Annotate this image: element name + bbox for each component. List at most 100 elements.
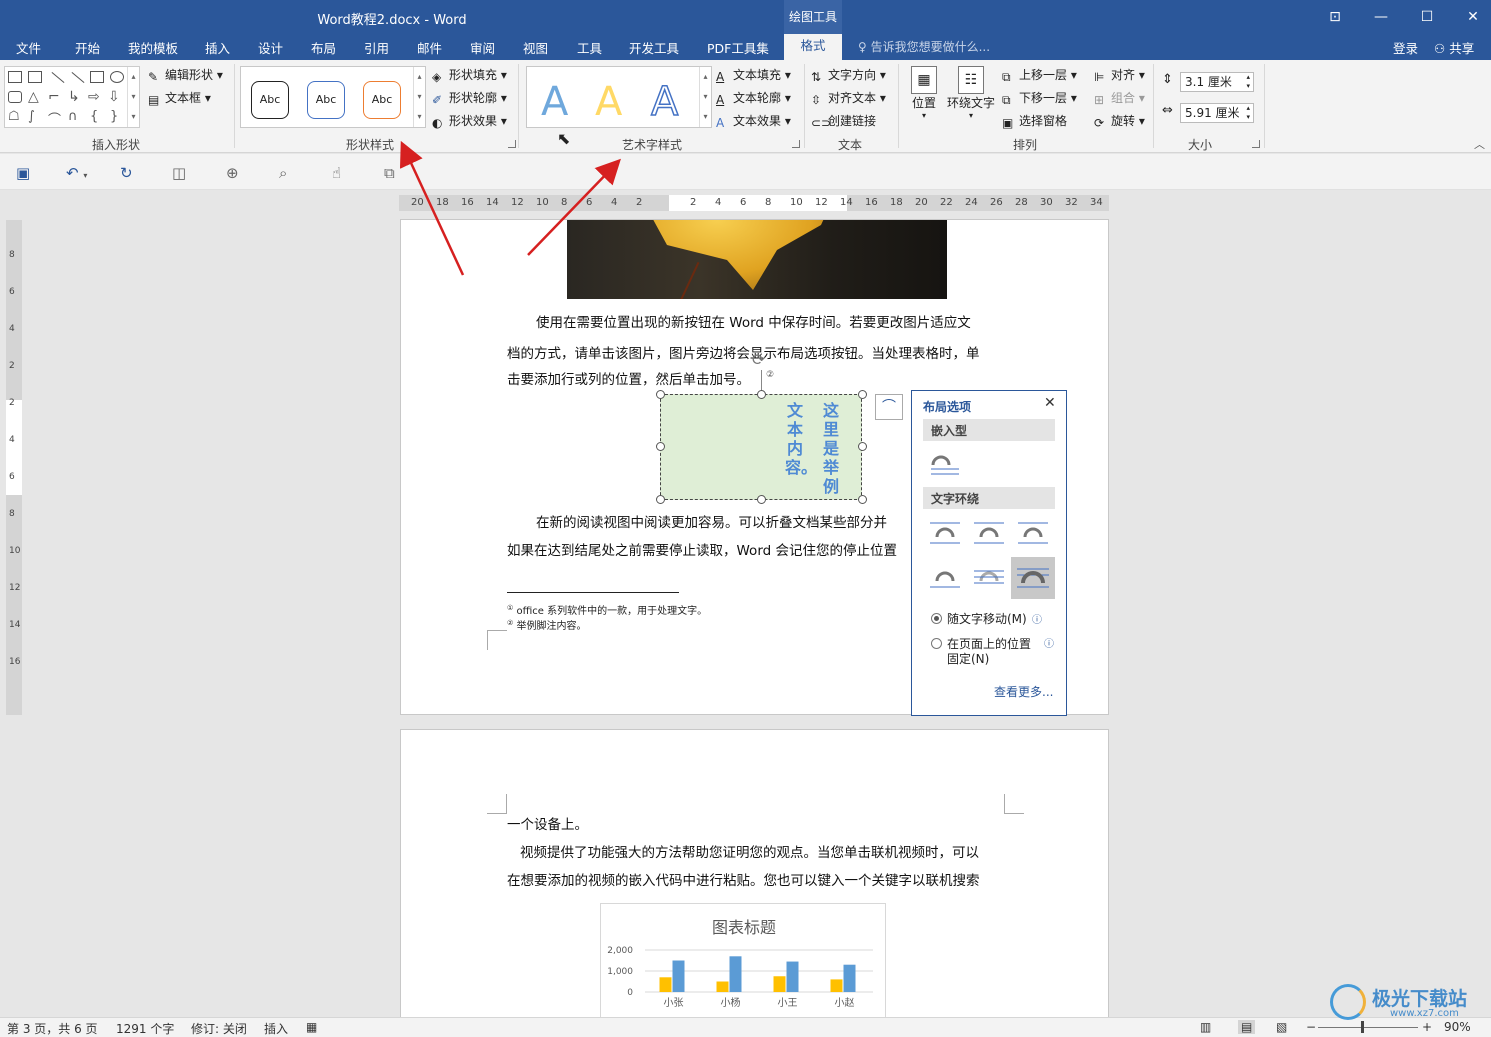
line-shape-icon[interactable]: [51, 71, 65, 84]
shape-style-orange[interactable]: Abc: [363, 81, 401, 119]
body-paragraph[interactable]: 档的方式，请单击该图片，图片旁边将会显示布局选项按钮。当处理表格时，单: [507, 341, 980, 367]
tab-pdf-tools[interactable]: PDF工具集: [707, 38, 769, 57]
move-with-text-radio[interactable]: [931, 613, 942, 624]
in-front-of-text-icon[interactable]: [1011, 557, 1055, 599]
read-mode-icon[interactable]: ▥: [1200, 1020, 1211, 1034]
web-layout-icon[interactable]: ⊕: [226, 164, 239, 182]
maximize-icon[interactable]: ☐: [1404, 0, 1450, 34]
triangle-shape-icon[interactable]: △: [28, 89, 39, 105]
tab-home[interactable]: 开始: [75, 38, 100, 57]
body-paragraph[interactable]: 在新的阅读视图中阅读更加容易。可以折叠文档某些部分并: [536, 510, 887, 536]
shape-style-gallery[interactable]: Abc Abc Abc ▴ ▾ ▾: [240, 66, 426, 128]
brace-left-shape-icon[interactable]: {: [90, 109, 98, 124]
zoom-slider-thumb[interactable]: [1361, 1021, 1364, 1033]
undo-icon[interactable]: ↶ ▾: [66, 164, 87, 182]
shape-gallery[interactable]: △ ⌐ ↳ ⇨ ⇩ ☖ ∫ ⌒ ∩ { } ▴ ▾ ▾: [4, 66, 140, 128]
fix-position-label-2[interactable]: 固定(N): [947, 650, 989, 667]
body-paragraph[interactable]: 如果在达到结尾处之前需要停止读取，Word 会记住您的停止位置: [507, 538, 897, 564]
close-icon[interactable]: ✕: [1450, 0, 1491, 34]
save-icon[interactable]: ▣: [16, 164, 30, 182]
body-paragraph[interactable]: 击要添加行或列的位置，然后单击加号。: [507, 367, 750, 393]
behind-text-icon[interactable]: [973, 563, 1005, 591]
shape-width-field[interactable]: 5.91 厘米 ▴ ▾: [1180, 103, 1254, 123]
insert-mode-status[interactable]: 插入: [264, 1020, 288, 1037]
collapse-ribbon-icon[interactable]: ︿: [1474, 136, 1485, 152]
body-paragraph[interactable]: 使用在需要位置出现的新按钮在 Word 中保存时间。若要更改图片适应文: [536, 310, 971, 336]
ribbon-display-options-icon[interactable]: ⊡: [1312, 0, 1358, 34]
document-page[interactable]: 一个设备上。 视频提供了功能强大的方法帮助您证明您的观点。当您单击联机视频时，可…: [400, 729, 1109, 1020]
inline-wrap-icon[interactable]: [929, 451, 961, 479]
curve-shape-icon[interactable]: ⌒: [48, 109, 61, 128]
tab-format[interactable]: 格式: [784, 34, 842, 60]
minimize-icon[interactable]: —: [1358, 0, 1404, 34]
layout-options-button[interactable]: ⌒: [875, 394, 903, 420]
vertical-textbox-shape-icon[interactable]: [28, 71, 42, 83]
vertical-ruler[interactable]: 8 6 4 2 2 4 6 8 10 12 14 16: [6, 220, 22, 715]
body-paragraph[interactable]: 在想要添加的视频的嵌入代码中进行粘贴。您也可以键入一个关键字以联机搜索: [507, 868, 980, 894]
selection-pane-button[interactable]: ▣ 选择窗格: [1002, 112, 1067, 130]
wordart-scroll[interactable]: ▴ ▾ ▾: [699, 67, 711, 127]
resize-handle[interactable]: [656, 390, 665, 399]
wordart-launcher-icon[interactable]: [792, 140, 800, 148]
rotate-handle-icon[interactable]: ⟳: [752, 350, 765, 369]
tab-my-templates[interactable]: 我的模板: [128, 38, 178, 57]
print-preview-icon[interactable]: ⌕: [279, 164, 287, 182]
wordart-style-blue[interactable]: A: [541, 79, 568, 125]
word-count[interactable]: 1291 个字: [116, 1020, 174, 1037]
align-text-button[interactable]: ⇳ 对齐文本 ▾: [811, 89, 886, 107]
web-layout-view-icon[interactable]: ▧: [1276, 1020, 1287, 1034]
align-button[interactable]: ⊫ 对齐 ▾: [1094, 66, 1145, 84]
through-wrap-icon[interactable]: [1017, 519, 1049, 547]
group-button[interactable]: ⊞ 组合 ▾: [1094, 89, 1145, 107]
freeform-shape-icon[interactable]: ☖: [8, 109, 20, 124]
square-wrap-icon[interactable]: [929, 519, 961, 547]
create-link-button[interactable]: ⊂⊃创建链接: [811, 112, 876, 130]
text-fill-button[interactable]: A 文本填充 ▾: [716, 66, 791, 84]
body-paragraph[interactable]: 一个设备上。: [507, 812, 588, 838]
top-bottom-wrap-icon[interactable]: [929, 563, 961, 591]
textbox-shape-icon[interactable]: [8, 71, 22, 83]
tight-wrap-icon[interactable]: [973, 519, 1005, 547]
tell-me-search[interactable]: ♀ 告诉我您想要做什么...: [858, 38, 990, 55]
shape-style-scroll[interactable]: ▴ ▾ ▾: [413, 67, 425, 127]
info-icon[interactable]: ⓘ: [1044, 635, 1054, 650]
info-icon[interactable]: ⓘ: [1032, 611, 1042, 626]
oval-shape-icon[interactable]: [110, 71, 124, 83]
scribble-shape-icon[interactable]: ∫: [28, 109, 35, 124]
height-spinner[interactable]: ▴ ▾: [1246, 73, 1250, 91]
arc-shape-icon[interactable]: ∩: [68, 109, 78, 124]
wordart-style-outline[interactable]: A: [650, 78, 679, 126]
zoom-level[interactable]: 90%: [1444, 1020, 1471, 1034]
text-outline-button[interactable]: A 文本轮廓 ▾: [716, 89, 791, 107]
rectangle-shape-icon[interactable]: [90, 71, 104, 83]
tab-design[interactable]: 设计: [258, 38, 283, 57]
shape-gallery-scroll[interactable]: ▴ ▾ ▾: [127, 67, 139, 127]
tab-review[interactable]: 审阅: [470, 38, 495, 57]
leaf-image[interactable]: [567, 220, 947, 299]
shape-style-blue[interactable]: Abc: [307, 81, 345, 119]
footnote-2[interactable]: ② 举例脚注内容。: [507, 617, 586, 632]
redo-icon[interactable]: ↻: [120, 164, 133, 182]
tab-references[interactable]: 引用: [364, 38, 389, 57]
close-icon[interactable]: ✕: [1044, 395, 1056, 411]
footnote-1[interactable]: ① office 系列软件中的一款，用于处理文字。: [507, 602, 707, 617]
brace-right-shape-icon[interactable]: }: [110, 109, 118, 124]
macro-icon[interactable]: ▦: [306, 1020, 317, 1034]
login-link[interactable]: 登录: [1393, 38, 1418, 57]
elbow-connector-icon[interactable]: ↳: [68, 89, 80, 105]
rotate-button[interactable]: ⟳ 旋转 ▾: [1094, 112, 1145, 130]
textbox-column-2[interactable]: 文本内容。: [785, 401, 817, 477]
textbox-column-1[interactable]: 这里是举例: [821, 401, 841, 496]
wordart-gallery[interactable]: A A A ▴ ▾ ▾: [526, 66, 712, 128]
send-backward-button[interactable]: ⧉ 下移一层 ▾: [1002, 89, 1077, 107]
share-button[interactable]: ⚇ 共享: [1434, 38, 1474, 57]
shape-style-black[interactable]: Abc: [251, 81, 289, 119]
tab-developer[interactable]: 开发工具: [629, 38, 679, 57]
fix-position-radio[interactable]: [931, 638, 942, 649]
edit-shape-button[interactable]: ✎ 编辑形状 ▾: [148, 66, 223, 84]
shape-effects-button[interactable]: ◐ 形状效果 ▾: [432, 112, 507, 130]
tab-mailings[interactable]: 邮件: [417, 38, 442, 57]
shape-fill-button[interactable]: ◈ 形状填充 ▾: [432, 66, 507, 84]
right-arrow-shape-icon[interactable]: ⇨: [88, 89, 100, 105]
wordart-style-gold[interactable]: A: [595, 79, 622, 125]
